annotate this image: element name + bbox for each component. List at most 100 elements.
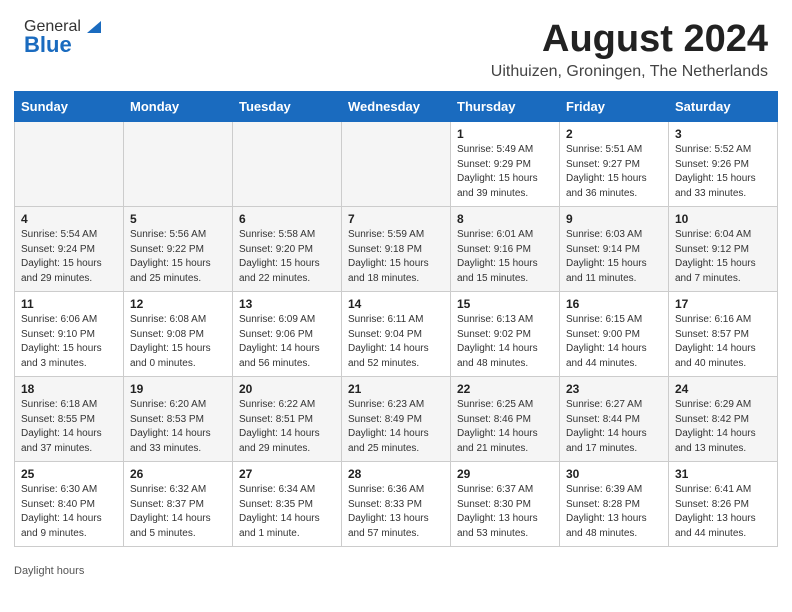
- calendar-cell: 7Sunrise: 5:59 AM Sunset: 9:18 PM Daylig…: [342, 207, 451, 292]
- day-number: 30: [566, 467, 662, 481]
- day-number: 12: [130, 297, 226, 311]
- day-number: 7: [348, 212, 444, 226]
- calendar-cell: 25 Sunrise: 6:30 AM Sunset: 8:40 PM Dayli…: [15, 462, 124, 547]
- calendar-cell: 6Sunrise: 5:58 AM Sunset: 9:20 PM Daylig…: [233, 207, 342, 292]
- logo: General Blue: [24, 18, 101, 58]
- day-number: 11: [21, 297, 117, 311]
- day-info: Sunrise: 6:37 AM Sunset: 8:30 PM Dayligh…: [457, 483, 553, 541]
- day-info: Sunrise: 5:51 AM Sunset: 9:27 PM Dayligh…: [566, 143, 662, 201]
- day-info: Sunrise: 6:06 AM Sunset: 9:10 PM Dayligh…: [21, 313, 117, 371]
- calendar-cell: 27 Sunrise: 6:34 AM Sunset: 8:35 PM Dayli…: [233, 462, 342, 547]
- day-number: 26: [130, 467, 226, 481]
- month-title: August 2024: [491, 18, 768, 61]
- day-info: Sunrise: 6:22 AM Sunset: 8:51 PM Dayligh…: [239, 398, 335, 456]
- day-info: Sunrise: 6:01 AM Sunset: 9:16 PM Dayligh…: [457, 228, 553, 286]
- footer: Daylight hours: [0, 561, 792, 583]
- calendar-cell: 14 Sunrise: 6:11 AM Sunset: 9:04 PM Dayli…: [342, 292, 451, 377]
- day-number: 29: [457, 467, 553, 481]
- day-info: Sunrise: 6:30 AM Sunset: 8:40 PM Dayligh…: [21, 483, 117, 541]
- calendar-cell: [342, 122, 451, 207]
- day-number: 9: [566, 212, 662, 226]
- day-info: Sunrise: 6:16 AM Sunset: 8:57 PM Dayligh…: [675, 313, 771, 371]
- calendar-cell: 3Sunrise: 5:52 AM Sunset: 9:26 PM Daylig…: [669, 122, 778, 207]
- day-number: 19: [130, 382, 226, 396]
- col-wednesday: Wednesday: [342, 92, 451, 122]
- day-info: Sunrise: 6:25 AM Sunset: 8:46 PM Dayligh…: [457, 398, 553, 456]
- calendar-header: Sunday Monday Tuesday Wednesday Thursday…: [15, 92, 778, 122]
- day-info: Sunrise: 6:27 AM Sunset: 8:44 PM Dayligh…: [566, 398, 662, 456]
- calendar-cell: 10 Sunrise: 6:04 AM Sunset: 9:12 PM Dayli…: [669, 207, 778, 292]
- day-info: Sunrise: 6:41 AM Sunset: 8:26 PM Dayligh…: [675, 483, 771, 541]
- day-info: Sunrise: 6:39 AM Sunset: 8:28 PM Dayligh…: [566, 483, 662, 541]
- calendar-cell: 5Sunrise: 5:56 AM Sunset: 9:22 PM Daylig…: [124, 207, 233, 292]
- calendar-body: 1Sunrise: 5:49 AM Sunset: 9:29 PM Daylig…: [15, 122, 778, 547]
- day-info: Sunrise: 6:13 AM Sunset: 9:02 PM Dayligh…: [457, 313, 553, 371]
- calendar-cell: 24Sunrise: 6:29 AM Sunset: 8:42 PM Dayli…: [669, 377, 778, 462]
- calendar-cell: 13 Sunrise: 6:09 AM Sunset: 9:06 PM Dayli…: [233, 292, 342, 377]
- day-info: Sunrise: 6:29 AM Sunset: 8:42 PM Dayligh…: [675, 398, 771, 456]
- calendar-cell: 21Sunrise: 6:23 AM Sunset: 8:49 PM Dayli…: [342, 377, 451, 462]
- day-info: Sunrise: 6:23 AM Sunset: 8:49 PM Dayligh…: [348, 398, 444, 456]
- day-info: Sunrise: 5:54 AM Sunset: 9:24 PM Dayligh…: [21, 228, 117, 286]
- day-number: 13: [239, 297, 335, 311]
- day-number: 25: [21, 467, 117, 481]
- calendar-cell: [15, 122, 124, 207]
- calendar-cell: 16 Sunrise: 6:15 AM Sunset: 9:00 PM Dayli…: [560, 292, 669, 377]
- day-number: 15: [457, 297, 553, 311]
- day-number: 27: [239, 467, 335, 481]
- day-number: 6: [239, 212, 335, 226]
- logo-triangle-icon: [83, 17, 101, 35]
- calendar-cell: 11 Sunrise: 6:06 AM Sunset: 9:10 PM Dayli…: [15, 292, 124, 377]
- calendar-cell: 20Sunrise: 6:22 AM Sunset: 8:51 PM Dayli…: [233, 377, 342, 462]
- day-info: Sunrise: 6:04 AM Sunset: 9:12 PM Dayligh…: [675, 228, 771, 286]
- calendar-cell: 17 Sunrise: 6:16 AM Sunset: 8:57 PM Dayli…: [669, 292, 778, 377]
- calendar-table: Sunday Monday Tuesday Wednesday Thursday…: [14, 91, 778, 547]
- day-number: 14: [348, 297, 444, 311]
- day-number: 10: [675, 212, 771, 226]
- day-info: Sunrise: 6:08 AM Sunset: 9:08 PM Dayligh…: [130, 313, 226, 371]
- day-info: Sunrise: 6:09 AM Sunset: 9:06 PM Dayligh…: [239, 313, 335, 371]
- day-info: Sunrise: 5:56 AM Sunset: 9:22 PM Dayligh…: [130, 228, 226, 286]
- day-number: 23: [566, 382, 662, 396]
- day-number: 1: [457, 127, 553, 141]
- day-number: 18: [21, 382, 117, 396]
- day-number: 4: [21, 212, 117, 226]
- day-info: Sunrise: 6:15 AM Sunset: 9:00 PM Dayligh…: [566, 313, 662, 371]
- calendar-cell: 30 Sunrise: 6:39 AM Sunset: 8:28 PM Dayli…: [560, 462, 669, 547]
- calendar-cell: 18Sunrise: 6:18 AM Sunset: 8:55 PM Dayli…: [15, 377, 124, 462]
- day-number: 16: [566, 297, 662, 311]
- calendar-cell: 4 Sunrise: 5:54 AM Sunset: 9:24 PM Daylig…: [15, 207, 124, 292]
- title-area: August 2024 Uithuizen, Groningen, The Ne…: [491, 18, 768, 81]
- calendar-week-row: 1Sunrise: 5:49 AM Sunset: 9:29 PM Daylig…: [15, 122, 778, 207]
- calendar-cell: [233, 122, 342, 207]
- day-info: Sunrise: 6:34 AM Sunset: 8:35 PM Dayligh…: [239, 483, 335, 541]
- calendar-week-row: 25 Sunrise: 6:30 AM Sunset: 8:40 PM Dayli…: [15, 462, 778, 547]
- day-number: 3: [675, 127, 771, 141]
- day-number: 17: [675, 297, 771, 311]
- calendar-cell: 2 Sunrise: 5:51 AM Sunset: 9:27 PM Daylig…: [560, 122, 669, 207]
- day-info: Sunrise: 6:20 AM Sunset: 8:53 PM Dayligh…: [130, 398, 226, 456]
- col-monday: Monday: [124, 92, 233, 122]
- calendar-cell: 8Sunrise: 6:01 AM Sunset: 9:16 PM Daylig…: [451, 207, 560, 292]
- calendar-cell: 9Sunrise: 6:03 AM Sunset: 9:14 PM Daylig…: [560, 207, 669, 292]
- day-info: Sunrise: 6:11 AM Sunset: 9:04 PM Dayligh…: [348, 313, 444, 371]
- day-number: 22: [457, 382, 553, 396]
- day-number: 31: [675, 467, 771, 481]
- col-thursday: Thursday: [451, 92, 560, 122]
- col-sunday: Sunday: [15, 92, 124, 122]
- calendar-cell: 12 Sunrise: 6:08 AM Sunset: 9:08 PM Dayli…: [124, 292, 233, 377]
- calendar-cell: 23 Sunrise: 6:27 AM Sunset: 8:44 PM Dayli…: [560, 377, 669, 462]
- day-number: 28: [348, 467, 444, 481]
- calendar-cell: 22 Sunrise: 6:25 AM Sunset: 8:46 PM Dayli…: [451, 377, 560, 462]
- daylight-label: Daylight hours: [14, 565, 84, 577]
- calendar-cell: 19 Sunrise: 6:20 AM Sunset: 8:53 PM Dayli…: [124, 377, 233, 462]
- day-info: Sunrise: 6:32 AM Sunset: 8:37 PM Dayligh…: [130, 483, 226, 541]
- calendar-cell: 1Sunrise: 5:49 AM Sunset: 9:29 PM Daylig…: [451, 122, 560, 207]
- calendar-cell: [124, 122, 233, 207]
- logo-blue-text: Blue: [24, 32, 72, 58]
- calendar-week-row: 18Sunrise: 6:18 AM Sunset: 8:55 PM Dayli…: [15, 377, 778, 462]
- calendar-cell: 15 Sunrise: 6:13 AM Sunset: 9:02 PM Dayli…: [451, 292, 560, 377]
- day-number: 2: [566, 127, 662, 141]
- calendar-cell: 29 Sunrise: 6:37 AM Sunset: 8:30 PM Dayli…: [451, 462, 560, 547]
- calendar-cell: 31 Sunrise: 6:41 AM Sunset: 8:26 PM Dayli…: [669, 462, 778, 547]
